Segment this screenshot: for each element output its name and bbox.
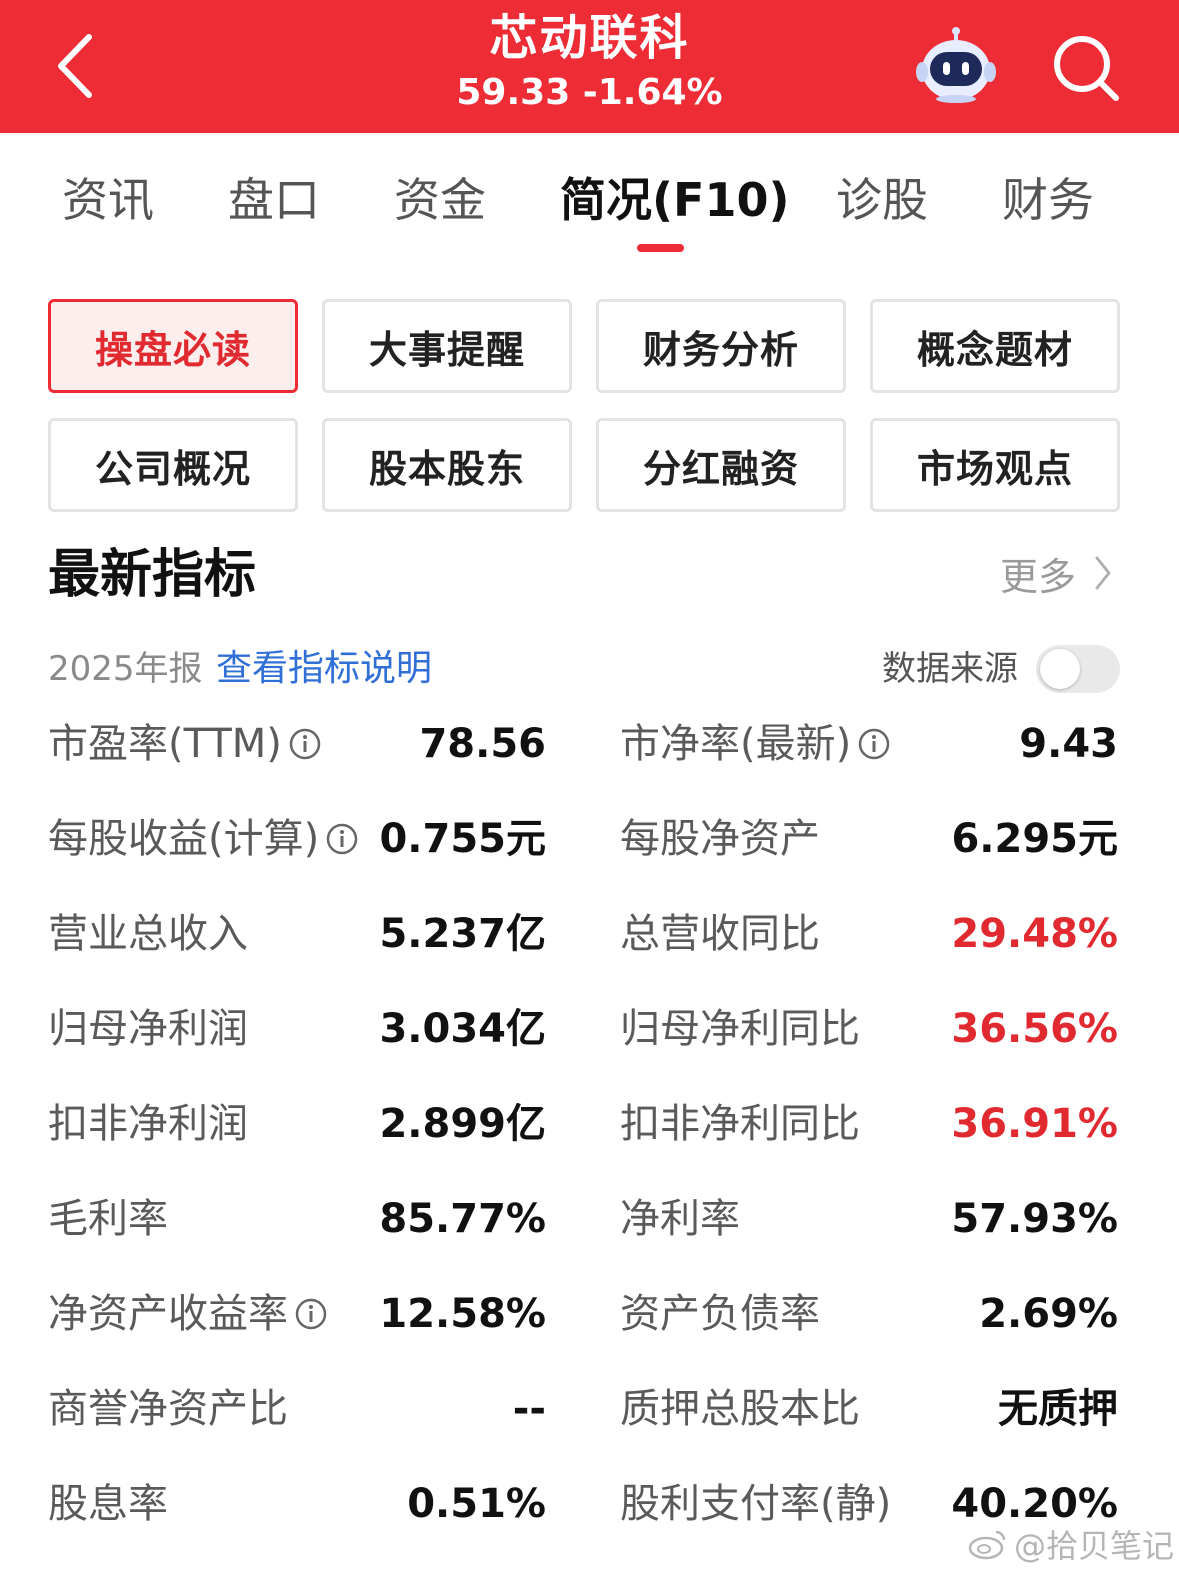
quick-button-trading-guide[interactable]: 操盘必读 [48,299,298,393]
metric-label: 扣非净利润 [48,1101,248,1147]
metric-value: 3.034亿 [379,1006,546,1052]
metric-value: 2.69% [979,1291,1118,1337]
metric-value: 0.755元 [379,816,546,862]
metric-explanation-link[interactable]: 查看指标说明 [216,646,432,692]
metric-value: 9.43 [1019,721,1118,767]
metric-label: 市净率(最新) [620,716,891,772]
metric-label: 营业总收入 [48,911,248,957]
metric-value-positive: 36.56% [951,1006,1118,1052]
info-icon[interactable] [288,727,322,761]
metric-value-positive: 36.91% [951,1101,1118,1147]
section-title: 最新指标 [48,545,257,605]
tab-order-book[interactable]: 盘口 [228,170,320,230]
top-header: 芯动联科 59.33 -1.64% [0,0,1179,133]
metric-label: 股息率 [48,1481,168,1527]
metric-label: 扣非净利同比 [620,1101,860,1147]
metric-label: 归母净利同比 [620,1006,860,1052]
metric-label: 净利率 [620,1196,740,1242]
chevron-left-icon [58,34,92,98]
toggle-knob [1040,649,1080,689]
weibo-logo-icon [968,1530,1006,1560]
quick-button-concepts[interactable]: 概念题材 [870,299,1120,393]
back-button[interactable] [40,26,110,106]
metric-label: 每股净资产 [620,816,820,862]
metric-value: 2.899亿 [379,1101,546,1147]
metric-value: 78.56 [419,721,546,767]
metric-value-positive: 29.48% [951,911,1118,957]
more-label: 更多 [1000,554,1077,599]
metric-label: 质押总股本比 [620,1386,860,1432]
tab-news[interactable]: 资讯 [62,170,154,230]
metric-label: 商誉净资产比 [48,1386,288,1432]
more-link[interactable]: 更多 [1000,548,1112,599]
tab-bar: 资讯 盘口 资金 简况(F10) 诊股 财务 [0,140,1179,260]
metric-value: 0.51% [407,1481,546,1527]
info-icon[interactable] [857,727,891,761]
tab-capital-flow[interactable]: 资金 [394,170,486,230]
search-button[interactable] [1046,28,1126,108]
tab-finance[interactable]: 财务 [1002,170,1094,230]
metric-value: 无质押 [998,1386,1118,1432]
metric-label-text: 每股收益(计算) [48,816,320,862]
metric-label: 股利支付率(静) [620,1481,892,1527]
metric-value: 6.295元 [951,816,1118,862]
metric-label: 毛利率 [48,1196,168,1242]
robot-icon [916,27,996,103]
metric-label: 市盈率(TTM) [48,716,322,772]
quick-button-company-profile[interactable]: 公司概况 [48,418,298,512]
info-icon[interactable] [294,1297,328,1331]
metric-label: 每股收益(计算) [48,811,359,867]
metric-label: 归母净利润 [48,1006,248,1052]
quick-button-major-events[interactable]: 大事提醒 [322,299,572,393]
quick-button-financial-analysis[interactable]: 财务分析 [596,299,846,393]
data-source-toggle[interactable] [1036,645,1120,693]
active-tab-indicator [637,244,684,252]
metric-value: 57.93% [951,1196,1118,1242]
watermark-text: @拾贝笔记 [1014,1527,1175,1565]
metric-label: 资产负债率 [620,1291,820,1337]
metric-label: 净资产收益率 [48,1286,328,1342]
metric-value: 5.237亿 [379,911,546,957]
metric-label-text: 净资产收益率 [48,1291,288,1337]
header-title-area: 芯动联科 59.33 -1.64% [0,0,1179,133]
search-icon [1054,36,1119,101]
report-period-label: 2025年报 [48,649,203,689]
quick-button-shareholders[interactable]: 股本股东 [322,418,572,512]
metric-value: 85.77% [379,1196,546,1242]
metric-value: -- [512,1386,546,1432]
metric-label: 总营收同比 [620,911,820,957]
metric-value: 12.58% [379,1291,546,1337]
data-source-label: 数据来源 [882,649,1018,689]
tab-f10-overview[interactable]: 简况(F10) [560,170,789,230]
tab-diagnosis[interactable]: 诊股 [836,170,928,230]
stock-price-change: 59.33 -1.64% [456,72,723,113]
chevron-right-icon [1095,556,1111,590]
info-icon[interactable] [325,822,359,856]
assistant-button[interactable] [912,26,1000,106]
stock-name: 芯动联科 [489,10,690,66]
quick-button-dividends-financing[interactable]: 分红融资 [596,418,846,512]
metric-label-text: 市盈率(TTM) [48,721,282,767]
quick-button-market-views[interactable]: 市场观点 [870,418,1120,512]
watermark: @拾贝笔记 [968,1522,1174,1566]
metric-label-text: 市净率(最新) [620,721,852,767]
